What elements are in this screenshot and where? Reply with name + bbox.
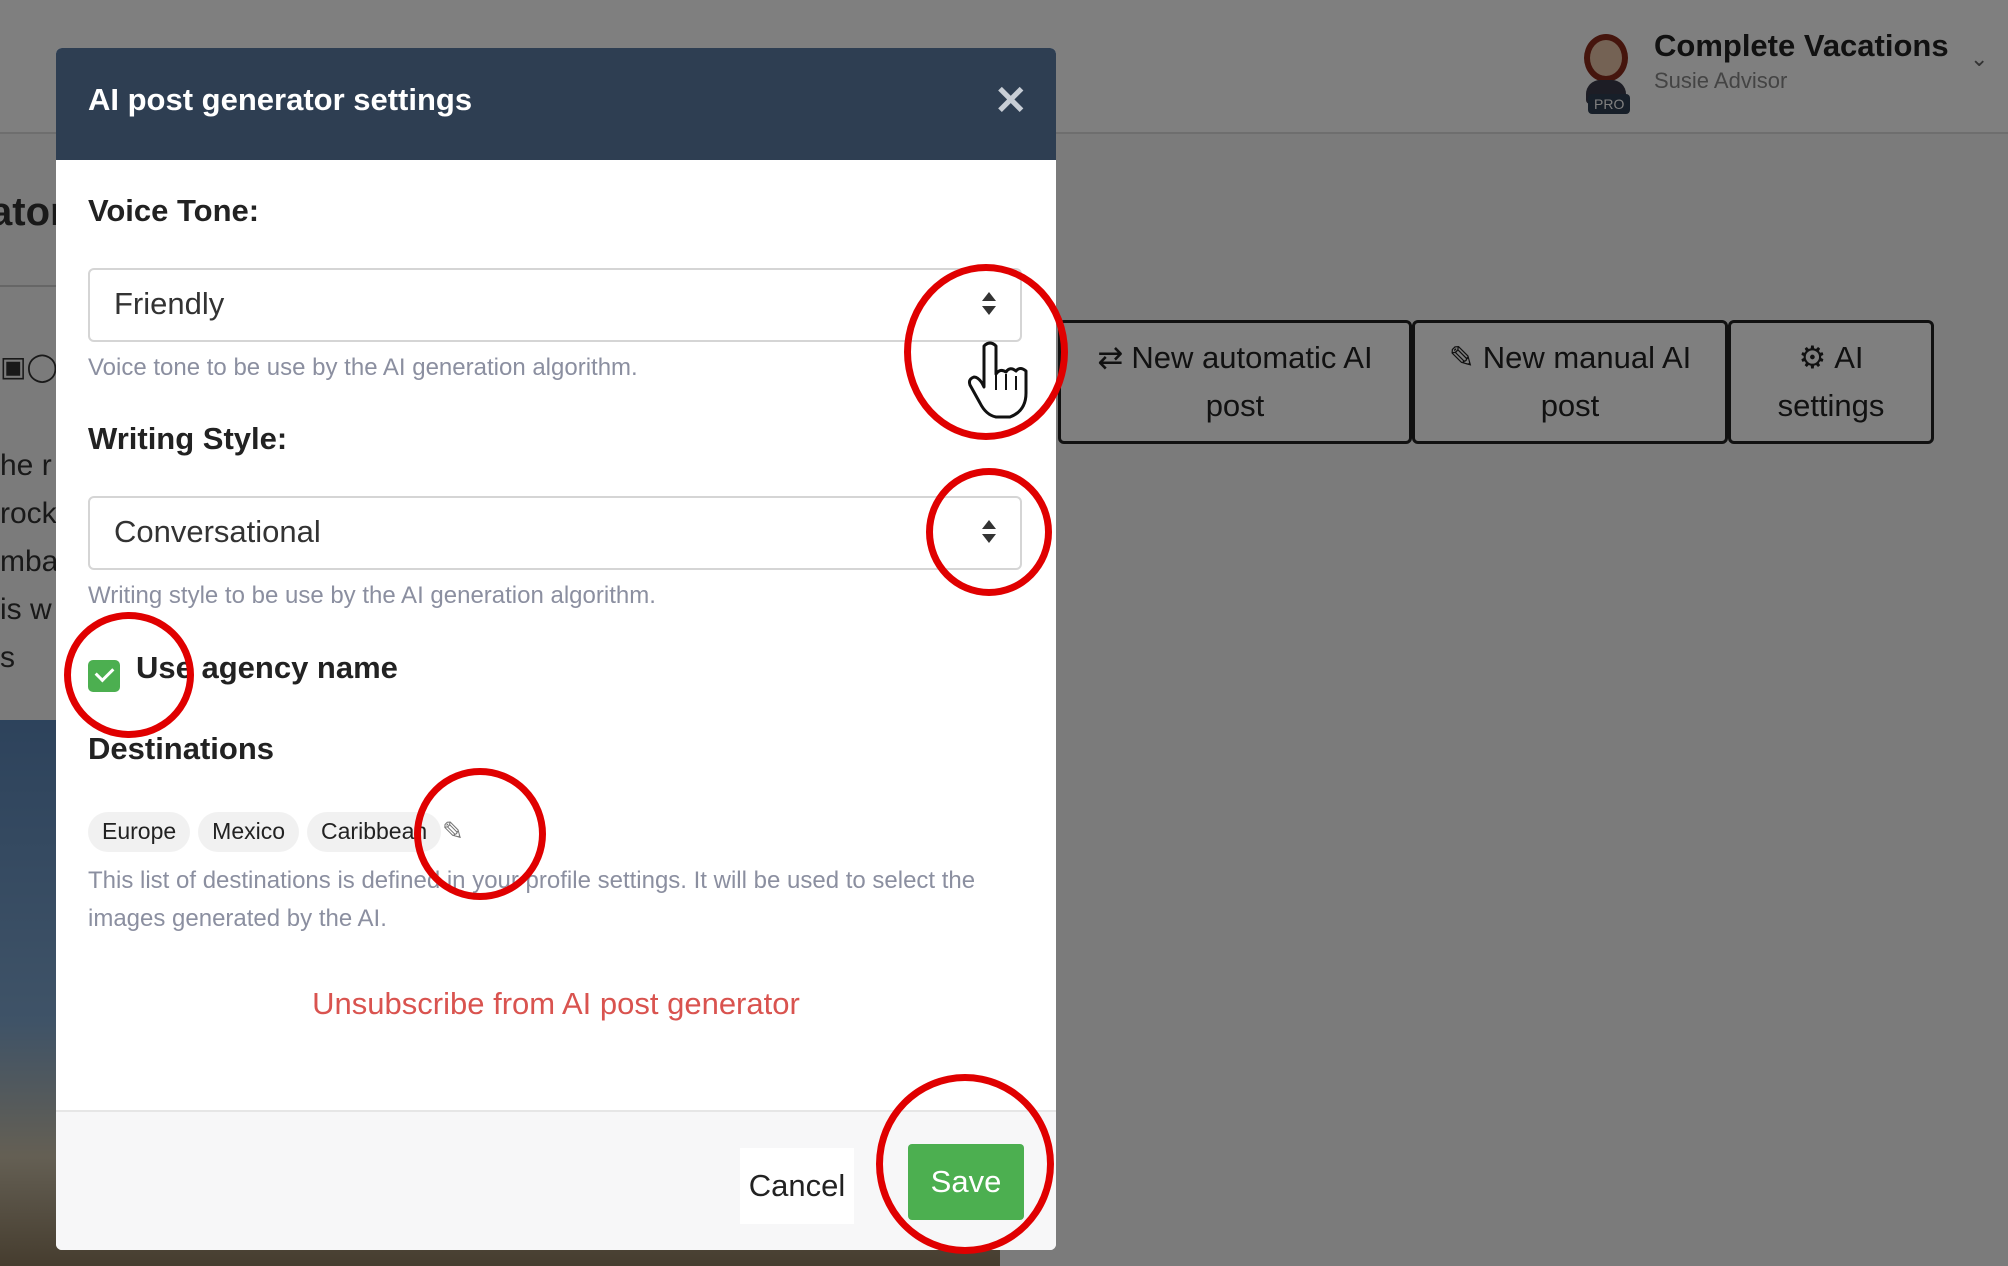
voice-tone-label: Voice Tone:: [88, 193, 260, 228]
writing-style-select[interactable]: Conversational: [88, 496, 1022, 570]
voice-tone-select[interactable]: Friendly: [88, 268, 1022, 342]
destinations-help: This list of destinations is defined in …: [88, 867, 976, 932]
voice-tone-help: Voice tone to be use by the AI generatio…: [88, 354, 638, 381]
annotation-circle: [926, 468, 1052, 596]
destination-tag: Mexico: [198, 812, 300, 852]
destination-tags: Europe Mexico Caribbean: [88, 812, 449, 852]
annotation-circle: [414, 768, 546, 900]
modal-title: AI post generator settings: [88, 82, 473, 117]
writing-style-label: Writing Style:: [88, 421, 288, 456]
ai-settings-modal: AI post generator settings ✕ Voice Tone:…: [56, 48, 1056, 1250]
writing-style-help: Writing style to be use by the AI genera…: [88, 582, 656, 609]
voice-tone-value: Friendly: [114, 286, 225, 321]
destination-tag: Europe: [88, 812, 191, 852]
annotation-circle: [876, 1074, 1054, 1254]
annotation-circle: [64, 612, 194, 738]
writing-style-value: Conversational: [114, 514, 321, 549]
unsubscribe-link[interactable]: Unsubscribe from AI post generator: [56, 986, 1056, 1022]
cancel-button[interactable]: Cancel: [740, 1148, 854, 1224]
hand-cursor-icon: [968, 341, 1028, 419]
modal-header: AI post generator settings ✕: [56, 48, 1056, 160]
close-icon[interactable]: ✕: [994, 78, 1028, 124]
